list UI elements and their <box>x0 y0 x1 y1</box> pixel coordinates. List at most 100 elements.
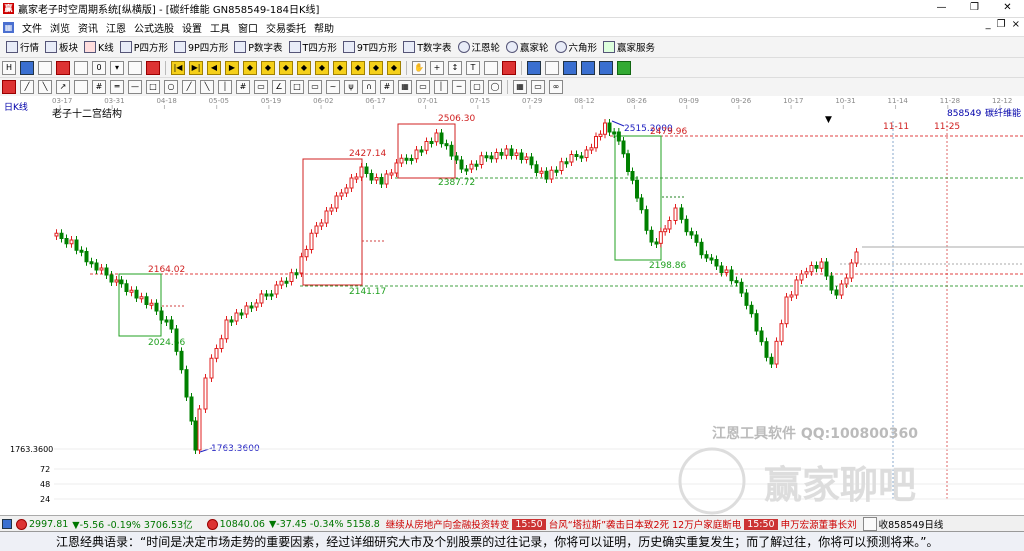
hand-tool-icon[interactable]: ✋ <box>412 60 426 75</box>
link-icon[interactable] <box>862 517 877 531</box>
fork-tool-icon[interactable]: ψ <box>344 80 358 94</box>
toolbar-hexagon-button[interactable]: 六角形 <box>554 40 597 54</box>
toolbar-quote-button[interactable]: 行情 <box>6 40 39 54</box>
box-tool-icon[interactable]: ▭ <box>531 80 545 94</box>
line-tool-icon[interactable]: │ <box>218 80 232 94</box>
toolbar-sector-button[interactable]: 板块 <box>45 40 78 54</box>
line-tool-icon[interactable]: ↕ <box>448 60 462 75</box>
market-icon[interactable] <box>2 519 12 529</box>
screen-tool-icon[interactable] <box>581 60 595 75</box>
diamond-icon[interactable]: ◆ <box>315 60 329 75</box>
diamond-icon[interactable]: ◆ <box>351 60 365 75</box>
menu-info[interactable]: 资讯 <box>74 20 102 35</box>
toolbar-winner-wheel-button[interactable]: 赢家轮 <box>506 40 549 54</box>
diamond-icon[interactable]: ◆ <box>333 60 347 75</box>
toolbar-p-table-button[interactable]: P数字表 <box>234 40 283 54</box>
toolbar-t-square-button[interactable]: T四方形 <box>288 40 337 54</box>
diamond-icon[interactable]: ◆ <box>387 60 401 75</box>
box-tool-icon[interactable]: ▭ <box>416 80 430 94</box>
heart-tool-icon[interactable] <box>502 60 516 75</box>
calendar-tool-icon[interactable] <box>56 60 70 75</box>
close-button[interactable]: ✕ <box>991 0 1024 17</box>
toolbar-9t-square-button[interactable]: 9T四方形 <box>342 40 397 54</box>
flag-tool-icon[interactable] <box>146 60 160 75</box>
line-tool-icon[interactable]: │ <box>434 80 448 94</box>
mdi-restore-button[interactable]: ❐ <box>997 19 1006 30</box>
fan-tool-icon[interactable] <box>74 80 88 94</box>
box-tool-icon[interactable]: □ <box>146 80 160 94</box>
toolbar-gann-wheel-button[interactable]: 江恩轮 <box>457 40 500 54</box>
dropdown-marker-icon[interactable]: ▼ <box>825 115 832 125</box>
news-ticker-1[interactable]: 继续从房地产向金融投资转变 <box>386 517 510 531</box>
arrow-tool-icon[interactable] <box>2 80 16 94</box>
news-ticker-3[interactable]: 申万宏源董事长刘 <box>781 517 857 531</box>
chart-canvas[interactable]: 03-17 03-31 04-18 05-05 05-19 06-02 06-17 07-01… <box>0 96 1024 515</box>
wave-tool-icon[interactable]: ~ <box>326 80 340 94</box>
kline-chart[interactable]: 03-17 03-31 04-18 05-05 05-19 06-02 06-17 07-01… <box>0 96 1024 515</box>
channel-tool-icon[interactable]: ═ <box>110 80 124 94</box>
line-tool-icon[interactable]: ╲ <box>38 80 52 94</box>
grid-tool-icon[interactable]: # <box>380 80 394 94</box>
next-icon[interactable]: ▶ <box>225 60 239 75</box>
ray-tool-icon[interactable]: ↗ <box>56 80 70 94</box>
menu-formula[interactable]: 公式选股 <box>130 20 178 35</box>
export-tool-icon[interactable] <box>617 60 631 75</box>
line-tool-icon[interactable]: ─ <box>452 80 466 94</box>
infinity-tool-icon[interactable]: ∞ <box>549 80 563 94</box>
line-tool-icon[interactable]: ╱ <box>182 80 196 94</box>
diamond-icon[interactable]: ◆ <box>279 60 293 75</box>
last-bar-icon[interactable]: ▶| <box>189 60 203 75</box>
zoom-tool-icon[interactable] <box>38 60 52 75</box>
diamond-icon[interactable]: ◆ <box>297 60 311 75</box>
menu-gann[interactable]: 江恩 <box>102 20 130 35</box>
table-tool-icon[interactable] <box>545 60 559 75</box>
menu-settings[interactable]: 设置 <box>178 20 206 35</box>
menu-help[interactable]: 帮助 <box>310 20 338 35</box>
table-tool-icon[interactable]: ▦ <box>398 80 412 94</box>
toolbar-kline-button[interactable]: K线 <box>84 40 114 54</box>
chart-tool-icon[interactable] <box>20 60 34 75</box>
number-tool-icon[interactable]: 0 <box>92 60 106 75</box>
mdi-close-button[interactable]: × <box>1012 19 1020 30</box>
diamond-icon[interactable]: ◆ <box>369 60 383 75</box>
diamond-icon[interactable]: ◆ <box>261 60 275 75</box>
circle-tool-icon[interactable]: ○ <box>164 80 178 94</box>
prev-icon[interactable]: ◀ <box>207 60 221 75</box>
first-bar-icon[interactable]: |◀ <box>171 60 185 75</box>
table-tool-icon[interactable] <box>74 60 88 75</box>
dropdown-tool-icon[interactable]: ▾ <box>110 60 124 75</box>
box-tool-icon[interactable]: □ <box>290 80 304 94</box>
menu-tools[interactable]: 工具 <box>206 20 234 35</box>
minimize-button[interactable]: — <box>925 0 958 17</box>
menu-window[interactable]: 窗口 <box>234 20 262 35</box>
cursor-tool-icon[interactable]: H <box>2 60 16 75</box>
maximize-button[interactable]: ❐ <box>958 0 991 17</box>
menu-trade[interactable]: 交易委托 <box>262 20 310 35</box>
diamond-icon[interactable]: ◆ <box>243 60 257 75</box>
box-tool-icon[interactable]: ▭ <box>254 80 268 94</box>
screen-tool-icon[interactable] <box>563 60 577 75</box>
grid-tool-icon[interactable]: # <box>92 80 106 94</box>
crosshair-tool-icon[interactable]: + <box>430 60 444 75</box>
toolbar-p-square-button[interactable]: P四方形 <box>119 40 168 54</box>
news-ticker-2[interactable]: 台风“塔拉斯”袭击日本致2死 12万户家庭断电 <box>549 517 742 531</box>
clock-tool-icon[interactable] <box>128 60 142 75</box>
box-tool-icon[interactable]: ▭ <box>308 80 322 94</box>
table-tool-icon[interactable]: ▦ <box>513 80 527 94</box>
chart-tool-icon[interactable] <box>484 60 498 75</box>
line-tool-icon[interactable]: — <box>128 80 142 94</box>
toolbar-t-table-button[interactable]: T数字表 <box>403 40 452 54</box>
box-tool-icon[interactable]: ▢ <box>470 80 484 94</box>
menu-browse[interactable]: 浏览 <box>46 20 74 35</box>
angle-tool-icon[interactable]: ∠ <box>272 80 286 94</box>
toolbar-9p-square-button[interactable]: 9P四方形 <box>174 40 228 54</box>
toolbar-service-button[interactable]: 赢家服务 <box>603 40 655 54</box>
cycle-tool-icon[interactable]: ∩ <box>362 80 376 94</box>
text-tool-icon[interactable]: T <box>466 60 480 75</box>
grid-tool-icon[interactable]: # <box>236 80 250 94</box>
line-tool-icon[interactable]: ╱ <box>20 80 34 94</box>
save-tool-icon[interactable] <box>527 60 541 75</box>
line-tool-icon[interactable]: ╲ <box>200 80 214 94</box>
ellipse-tool-icon[interactable]: ◯ <box>488 80 502 94</box>
mdi-minimize-button[interactable]: _ <box>986 19 991 30</box>
